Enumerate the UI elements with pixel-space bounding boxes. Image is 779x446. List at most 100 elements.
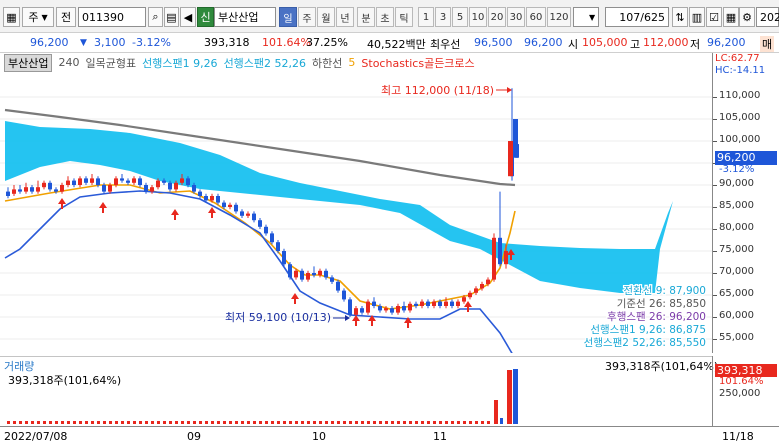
tab-minute[interactable]: 분 [357,7,375,27]
up-candle [156,180,160,188]
volume-bar [67,421,70,424]
price-tick-mark [713,97,717,98]
date-start: 2022/07/08 [4,430,68,443]
volume-bar [385,421,388,424]
checkbox-icon[interactable]: ☑ [706,7,722,27]
volume-bar [277,421,280,424]
price-tick: 100,000 [719,134,761,145]
ichimoku-label-lead1: 선행스팬1 9,26: 86,875 [590,324,706,336]
ma5-line [4,184,516,310]
page-counter[interactable]: 107/625 [605,7,669,27]
volume-bar [241,421,244,424]
volume-bar [133,421,136,424]
ichimoku-label-lagging: 후행스팬 26: 96,200 [607,311,706,323]
legend-stock-name[interactable]: 부산산업 [4,53,53,72]
tab-tick[interactable]: 틱 [395,7,413,27]
up-candle [456,301,460,306]
interval-5[interactable]: 5 [452,7,468,27]
interval-custom[interactable]: ▼ [573,7,599,27]
volume-bar [211,421,214,424]
up-candle [12,189,16,194]
interval-30[interactable]: 30 [507,7,525,27]
down-candle [276,242,280,251]
interval-3[interactable]: 3 [435,7,451,27]
volume-bar [259,421,262,424]
volume-bar [457,421,460,424]
high-value: 112,000 [643,36,689,49]
price-tick-mark [713,185,717,186]
interval-1[interactable]: 1 [418,7,434,27]
volume-bar [139,421,142,424]
volume-bar [313,421,316,424]
turnover-value: 37.25% [306,36,348,49]
tab-month[interactable]: 월 [317,7,335,27]
tab-day[interactable]: 일 [279,7,297,27]
tab-second[interactable]: 초 [376,7,394,27]
code-input[interactable]: 011390 [78,7,146,27]
volume-bar [187,421,190,424]
volume-bar [367,421,370,424]
price-tick-mark [713,273,717,274]
legend-span2: 선행스팬2 52,26 [223,56,307,70]
volume-bar [193,421,196,424]
trade-button[interactable]: 매 [760,36,775,52]
volume-bar [421,421,424,424]
up-candle [384,308,388,311]
price-chart[interactable]: 최고 112,000 (11/18) 최저 59,100 (10/13) 전환선 9… [0,53,712,353]
high-annotation: 최고 112,000 (11/18) [381,84,494,97]
down-candle [186,178,190,185]
down-candle [84,178,88,183]
up-candle [150,187,154,192]
up-candle [432,301,436,306]
grid-icon[interactable]: ▦ [723,7,739,27]
down-candle [402,306,406,311]
period-label: 주 [28,11,39,24]
date-axis: 2022/07/08 09 10 11 11/18 [0,426,779,446]
price-tick: 70,000 [719,266,754,277]
volume-bar [397,421,400,424]
up-candle [294,270,298,278]
volume-bar [145,421,148,424]
tab-week[interactable]: 주 [298,7,316,27]
down-candle [222,202,226,207]
date-field[interactable]: 2022 [756,7,779,27]
period-select[interactable]: 주 ▼ [22,7,54,27]
interval-60[interactable]: 60 [526,7,546,27]
menu-icon[interactable]: ▦ [3,7,20,27]
interval-20[interactable]: 20 [488,7,506,27]
up-candle [396,306,400,313]
best-bid: 96,200 [524,36,563,49]
down-candle [312,273,316,276]
down-candle [324,270,328,278]
open-label: 시 [568,38,579,51]
down-candle [282,251,286,265]
volume-bar [85,421,88,424]
current-price-marker: 96,200 [715,150,777,165]
volume-bar [163,421,166,424]
table-icon[interactable]: ▥ [689,7,705,27]
price-tick: 105,000 [719,112,761,123]
up-candle [480,284,484,289]
volume-bar [379,421,382,424]
toolbar: ▦ 주 ▼ 전 011390 ⌕ ▤ ◀ 신 부산산업 일 주 월 년 분 초 … [0,0,779,33]
gear-icon[interactable]: ⚙ [739,7,755,27]
price-tick-mark [713,207,717,208]
search-icon[interactable]: ⌕ [148,7,163,27]
grid-icon[interactable]: ▤ [164,7,179,27]
volume-bar [325,421,328,424]
current-price: 96,200 [30,36,69,49]
prev-button[interactable]: 전 [56,7,76,27]
down-candle [138,178,142,185]
down-candle [258,220,262,227]
down-candle [372,301,376,306]
down-candle [216,196,220,203]
legend-span1: 선행스팬1 9,26 [142,56,218,70]
price-tick: 60,000 [719,310,754,321]
compare-icon[interactable]: ⇅ [672,7,688,27]
interval-10[interactable]: 10 [469,7,487,27]
tab-year[interactable]: 년 [336,7,354,27]
volume-bar [487,421,490,424]
interval-120[interactable]: 120 [547,7,571,27]
golden-cross-arrow-icon [464,301,472,312]
sound-icon[interactable]: ◀ [180,7,196,27]
